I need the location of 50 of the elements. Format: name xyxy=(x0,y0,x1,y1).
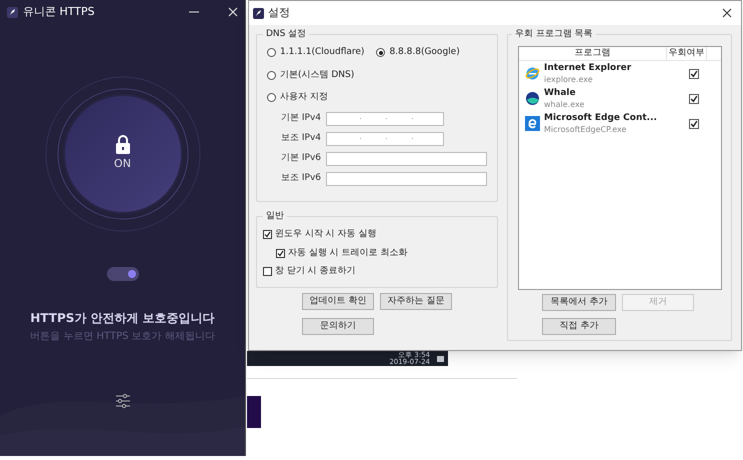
address-field[interactable] xyxy=(326,172,487,186)
checkbox-option[interactable]: 윈도우 시작 시 자동 실행 xyxy=(263,228,491,242)
list-button[interactable]: 직접 추가 xyxy=(542,318,616,335)
check-icon xyxy=(264,231,271,238)
column-header[interactable]: 우회여부 xyxy=(667,47,707,60)
field-label: 보조 IPv6 xyxy=(281,172,321,185)
close-icon[interactable] xyxy=(722,8,732,18)
bypass-checkbox[interactable] xyxy=(689,94,699,104)
radio-option[interactable]: 사용자 지정 xyxy=(267,91,487,104)
program-file: MicrosoftEdgeCP.exe xyxy=(544,124,628,134)
action-button[interactable]: 자주하는 질문 xyxy=(380,293,452,310)
window-title: 설정 xyxy=(268,4,290,21)
e-globe-icon xyxy=(525,66,540,81)
action-button[interactable]: 업데이트 확인 xyxy=(302,293,374,310)
protection-button[interactable]: ON xyxy=(64,96,180,212)
address-field[interactable] xyxy=(326,152,487,166)
whale-icon xyxy=(525,91,540,106)
settings-icon[interactable] xyxy=(114,394,130,408)
status-hint: 버튼을 누르면 HTTPS 보호가 해제됩니다 xyxy=(30,330,215,344)
status-title: HTTPS가 안전하게 보호중입니다 xyxy=(30,310,215,327)
notification-icon[interactable] xyxy=(437,356,444,362)
field-label: 기본 IPv6 xyxy=(281,152,321,165)
program-name: Microsoft Edge Cont... xyxy=(544,112,658,124)
window-title: 유니콘 HTTPS xyxy=(23,4,95,20)
banner-block xyxy=(247,396,261,428)
unicorn-logo-icon xyxy=(7,6,18,18)
radio-option[interactable]: 1.1.1.1(Cloudflare) xyxy=(267,46,364,60)
checkbox-option[interactable]: 창 닫기 시 종료하기 xyxy=(263,265,491,278)
app-logo-icon xyxy=(253,8,264,18)
protection-toggle[interactable] xyxy=(106,267,138,281)
checkbox-option[interactable]: 자동 실행 시 트레이로 최소화 xyxy=(263,246,491,260)
lock-icon xyxy=(114,135,130,154)
program-name: Internet Explorer xyxy=(544,62,632,74)
field-label: 보조 IPv4 xyxy=(281,132,321,145)
radio-option[interactable]: 기본(시스템 DNS) xyxy=(267,68,487,82)
list-button[interactable]: 목록에서 추가 xyxy=(542,294,616,311)
program-file: iexplore.exe xyxy=(544,74,594,84)
radio-option[interactable]: 8.8.8.8(Google) xyxy=(376,46,460,60)
program-name: Whale xyxy=(544,88,577,98)
program-file: whale.exe xyxy=(544,98,586,110)
edge-e-icon xyxy=(525,116,540,131)
column-header[interactable]: 프로그램 xyxy=(519,47,667,60)
address-field[interactable] xyxy=(326,112,444,126)
bypass-checkbox[interactable] xyxy=(689,118,699,128)
check-icon xyxy=(277,250,284,257)
address-field[interactable] xyxy=(326,132,444,146)
minimize-icon[interactable] xyxy=(189,11,199,13)
field-label: 기본 IPv4 xyxy=(281,112,321,125)
bypass-checkbox[interactable] xyxy=(689,68,699,78)
action-button[interactable]: 문의하기 xyxy=(302,318,374,335)
